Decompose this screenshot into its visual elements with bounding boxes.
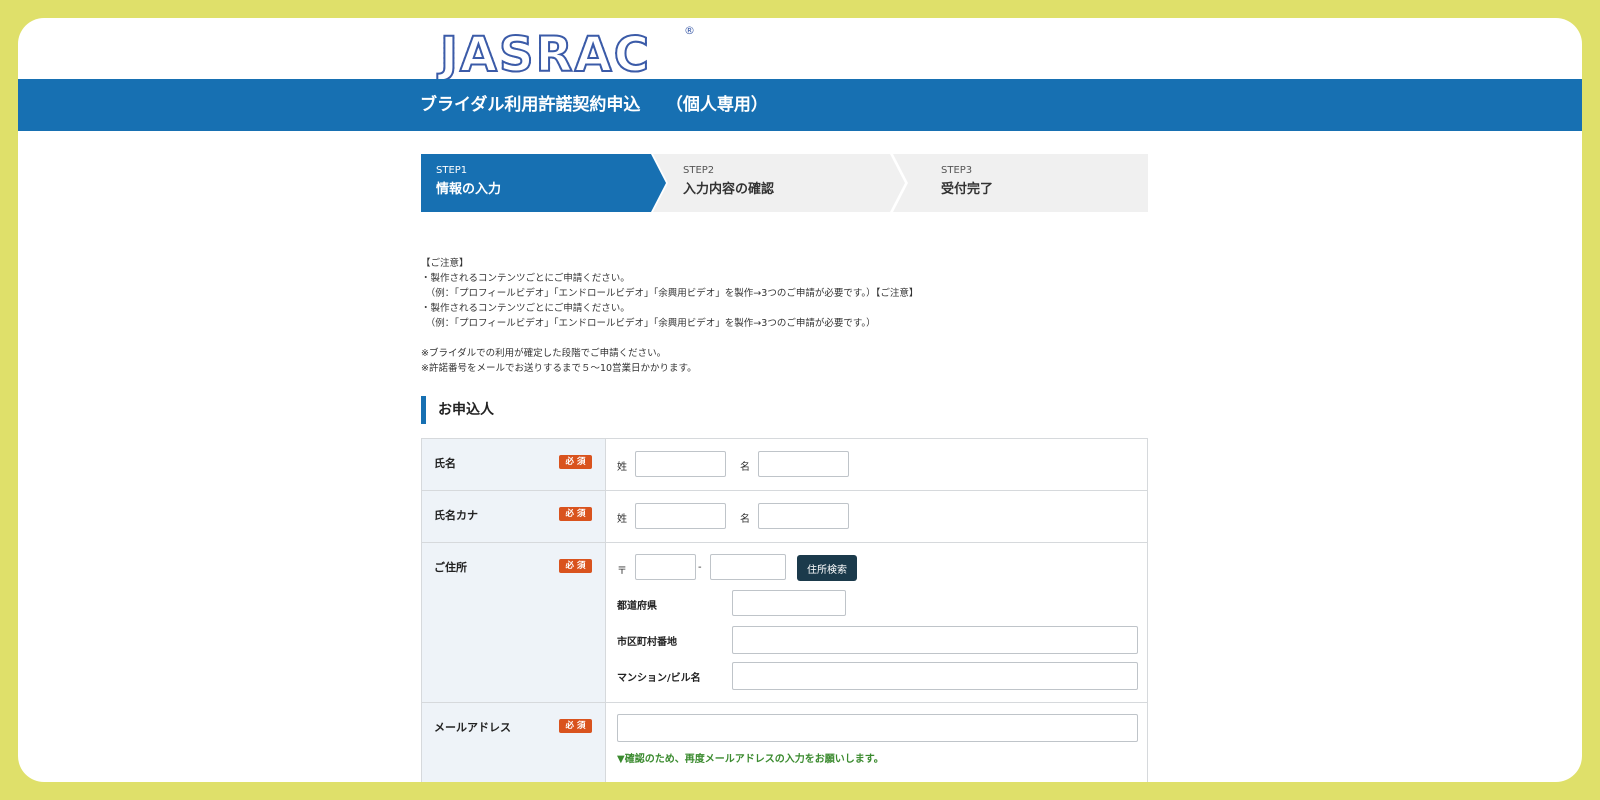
title-banner: ブライダル利用許諾契約申込 （個人専用） <box>18 79 1582 131</box>
postal-dash: - <box>698 562 702 573</box>
step-1-label: 情報の入力 <box>436 182 502 197</box>
required-badge: 必 須 <box>559 455 592 469</box>
postal-code-first-input[interactable] <box>635 554 696 580</box>
jasrac-logo[interactable]: JASRAC ® <box>439 24 695 86</box>
email-input-cell: ▼確認のため、再度メールアドレスの入力をお願いします。 <box>605 702 1148 782</box>
row-kana: 氏名カナ 必 須 姓 名 <box>421 490 1148 543</box>
step-2-number: STEP2 <box>683 165 715 176</box>
row-address: ご住所 必 須 〒 - 住所検索 都道府県 市区町村番地 マンション/ビル名 <box>421 542 1148 703</box>
row-email: メールアドレス 必 須 ▼確認のため、再度メールアドレスの入力をお願いします。 <box>421 702 1148 782</box>
name-label: 氏名 <box>434 457 456 470</box>
first-name-kana-input[interactable] <box>758 503 849 529</box>
row-name: 氏名 必 須 姓 名 <box>421 438 1148 491</box>
registered-mark: ® <box>684 24 695 37</box>
city-input[interactable] <box>732 626 1138 654</box>
building-label: マンション/ビル名 <box>617 673 701 684</box>
email-input[interactable] <box>617 714 1138 742</box>
page-frame: JASRAC ® ブライダル利用許諾契約申込 （個人専用） STEP1 情報の入… <box>18 18 1582 782</box>
label-cell: ご住所 必 須 <box>421 542 606 703</box>
email-confirm-note: ▼確認のため、再度メールアドレスの入力をお願いします。 <box>617 754 884 765</box>
notice-line: （例：「プロフィールビデオ」「エンドロールビデオ」「余興用ビデオ」を製作→3つの… <box>421 318 876 329</box>
notice-block: 【ご注意】 ・製作されるコンテンツごとにご申請ください。 （例：「プロフィールビ… <box>421 256 1151 376</box>
applicant-form: 氏名 必 須 姓 名 氏名カナ 必 須 姓 名 ご住所 必 須 〒 - 住所検索… <box>421 438 1148 782</box>
notice-line: 【ご注意】 <box>421 258 469 269</box>
prefecture-label: 都道府県 <box>617 601 657 612</box>
prefecture-input[interactable] <box>732 590 846 616</box>
email-label: メールアドレス <box>434 721 511 734</box>
address-input-cell: 〒 - 住所検索 都道府県 市区町村番地 マンション/ビル名 <box>605 542 1148 703</box>
logo-text: JASRAC <box>439 26 651 84</box>
label-cell: 氏名 必 須 <box>421 438 606 491</box>
sei-label: 姓 <box>617 462 627 473</box>
notice-line: （例：「プロフィールビデオ」「エンドロールビデオ」「余興用ビデオ」を製作→3つの… <box>421 288 919 299</box>
required-badge: 必 須 <box>559 559 592 573</box>
notice-line: ・製作されるコンテンツごとにご申請ください。 <box>421 273 630 284</box>
notice-line <box>421 331 1151 346</box>
mei-kana-label: 名 <box>740 514 750 525</box>
address-search-button[interactable]: 住所検索 <box>797 555 857 581</box>
label-cell: 氏名カナ 必 須 <box>421 490 606 543</box>
step-3-shape <box>893 154 1148 212</box>
section-title-applicant: お申込人 <box>421 396 494 424</box>
last-name-kana-input[interactable] <box>635 503 726 529</box>
notice-line: ・製作されるコンテンツごとにご申請ください。 <box>421 303 630 314</box>
sei-kana-label: 姓 <box>617 514 627 525</box>
postal-mark: 〒 <box>617 566 627 577</box>
step-2-label: 入力内容の確認 <box>683 182 775 197</box>
kana-input-cell: 姓 名 <box>605 490 1148 543</box>
kana-label: 氏名カナ <box>434 509 478 522</box>
postal-code-second-input[interactable] <box>710 554 786 580</box>
notice-line: ※ブライダルでの利用が確定した段階でご申請ください。 <box>421 348 667 359</box>
step-3-label: 受付完了 <box>941 182 994 197</box>
step-1-number: STEP1 <box>436 165 468 176</box>
address-label: ご住所 <box>434 561 467 574</box>
city-label: 市区町村番地 <box>617 637 677 648</box>
step-3: STEP3 受付完了 <box>893 154 1148 212</box>
mei-label: 名 <box>740 462 750 473</box>
name-input-cell: 姓 名 <box>605 438 1148 491</box>
required-badge: 必 須 <box>559 507 592 521</box>
step-1: STEP1 情報の入力 <box>421 154 666 212</box>
first-name-input[interactable] <box>758 451 849 477</box>
page-title: ブライダル利用許諾契約申込 （個人専用） <box>420 95 768 115</box>
step-indicator: STEP1 情報の入力 STEP2 入力内容の確認 STEP3 受付完了 <box>421 154 1148 212</box>
last-name-input[interactable] <box>635 451 726 477</box>
building-input[interactable] <box>732 662 1138 690</box>
required-badge: 必 須 <box>559 719 592 733</box>
label-cell: メールアドレス 必 須 <box>421 702 606 782</box>
notice-line: ※許諾番号をメールでお送りするまで５〜10営業日かかります。 <box>421 363 697 374</box>
step-3-number: STEP3 <box>941 165 973 176</box>
step-2: STEP2 入力内容の確認 <box>653 154 905 212</box>
